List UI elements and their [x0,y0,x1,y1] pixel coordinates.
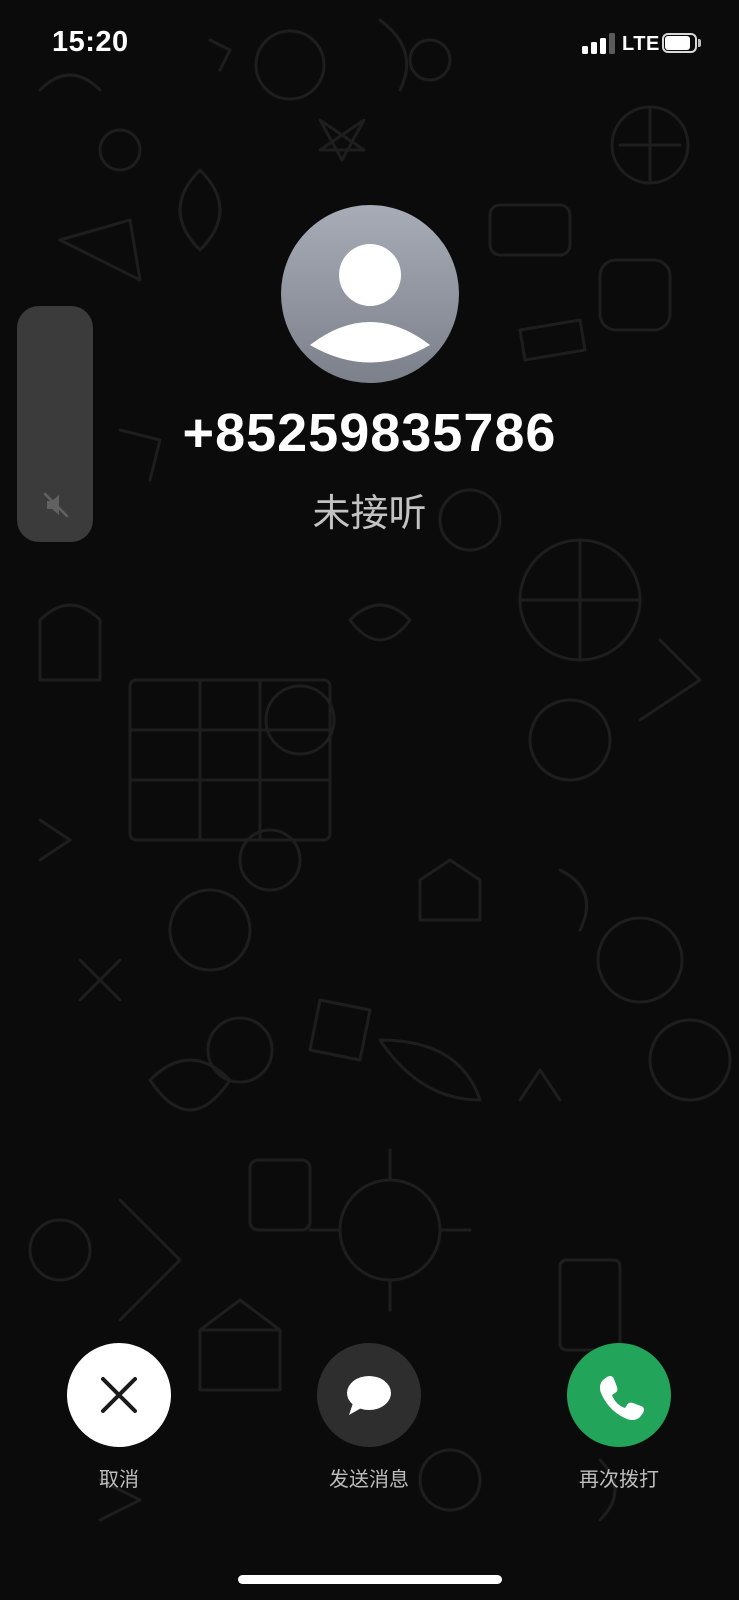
call-screen: 15:20 LTE +85259835786 未接听 取消 发送消息 再次拨打 [0,0,739,1600]
cancel-button-circle[interactable] [67,1343,171,1447]
redial-button-label: 再次拨打 [579,1467,659,1491]
cancel-button[interactable]: 取消 [49,1343,189,1492]
person-placeholder-icon [310,244,430,363]
caller-number: +85259835786 [182,403,557,463]
home-indicator[interactable] [238,1575,502,1584]
redial-button-circle[interactable] [567,1343,671,1447]
cancel-button-label: 取消 [99,1467,139,1491]
status-time: 15:20 [52,26,129,58]
send-message-button-circle[interactable] [317,1343,421,1447]
phone-icon [599,1375,645,1421]
status-bar: 15:20 LTE [0,0,739,90]
network-type: LTE [622,33,660,55]
caller-avatar [281,205,459,383]
send-message-button-label: 发送消息 [329,1467,409,1491]
call-status: 未接听 [312,491,427,535]
close-icon [101,1377,137,1413]
cellular-signal-icon [582,32,616,54]
battery-icon [662,33,702,53]
chat-bubble-icon [347,1376,391,1415]
redial-button[interactable]: 再次拨打 [549,1343,689,1492]
send-message-button[interactable]: 发送消息 [299,1343,439,1492]
